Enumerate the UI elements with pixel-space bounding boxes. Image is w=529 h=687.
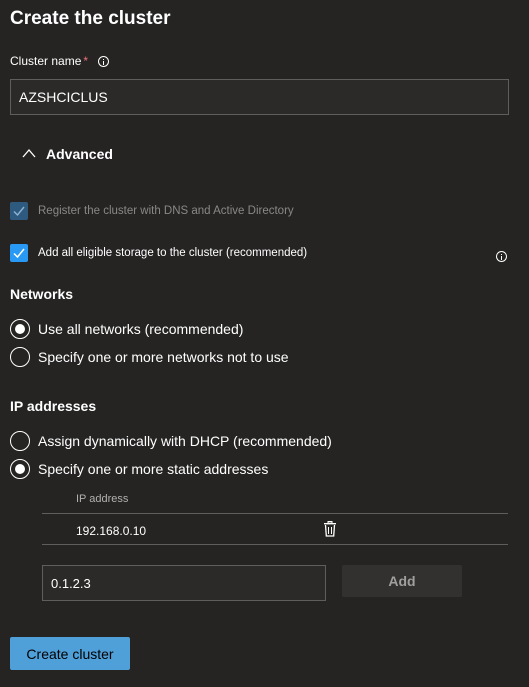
add-storage-checkbox[interactable] — [10, 244, 28, 262]
radio-specify-networks[interactable]: Specify one or more networks not to use — [10, 347, 289, 367]
info-icon[interactable] — [98, 55, 110, 67]
checkmark-icon — [13, 206, 25, 217]
radio-dhcp[interactable]: Assign dynamically with DHCP (recommende… — [10, 431, 332, 451]
radio-button — [10, 431, 30, 451]
radio-label: Use all networks (recommended) — [38, 321, 244, 337]
checkmark-icon — [13, 248, 25, 259]
create-cluster-button[interactable]: Create cluster — [10, 637, 130, 670]
trash-icon[interactable] — [323, 521, 337, 537]
cluster-name-label-text: Cluster name — [10, 54, 82, 68]
page-title: Create the cluster — [10, 8, 171, 29]
radio-label: Specify one or more static addresses — [38, 461, 269, 477]
advanced-toggle[interactable]: Advanced — [22, 146, 113, 162]
advanced-label: Advanced — [46, 146, 113, 162]
register-dns-checkbox[interactable] — [10, 202, 28, 220]
new-ip-address-input[interactable] — [42, 565, 326, 601]
radio-button — [10, 347, 30, 367]
ip-address-column-header: IP address — [76, 493, 129, 505]
info-icon[interactable] — [496, 251, 507, 262]
ip-address-cell: 192.168.0.10 — [76, 524, 147, 538]
radio-label: Assign dynamically with DHCP (recommende… — [38, 433, 332, 449]
networks-heading: Networks — [10, 286, 74, 302]
add-storage-checkbox-row: Add all eligible storage to the cluster … — [10, 244, 307, 262]
table-divider — [42, 544, 508, 545]
register-dns-checkbox-row: Register the cluster with DNS and Active… — [10, 202, 294, 220]
register-dns-label: Register the cluster with DNS and Active… — [38, 205, 294, 217]
radio-button — [10, 459, 30, 479]
add-ip-button[interactable]: Add — [342, 565, 462, 597]
radio-label: Specify one or more networks not to use — [38, 349, 289, 365]
table-divider — [42, 513, 508, 514]
ip-addresses-heading: IP addresses — [10, 398, 97, 414]
radio-use-all-networks[interactable]: Use all networks (recommended) — [10, 319, 243, 339]
add-storage-label: Add all eligible storage to the cluster … — [38, 247, 308, 259]
required-marker: * — [83, 54, 89, 68]
cluster-name-input[interactable] — [10, 79, 509, 115]
chevron-up-icon — [22, 149, 36, 158]
radio-button — [10, 319, 30, 339]
radio-static-addresses[interactable]: Specify one or more static addresses — [10, 459, 268, 479]
cluster-name-label: Cluster name * — [10, 54, 110, 68]
